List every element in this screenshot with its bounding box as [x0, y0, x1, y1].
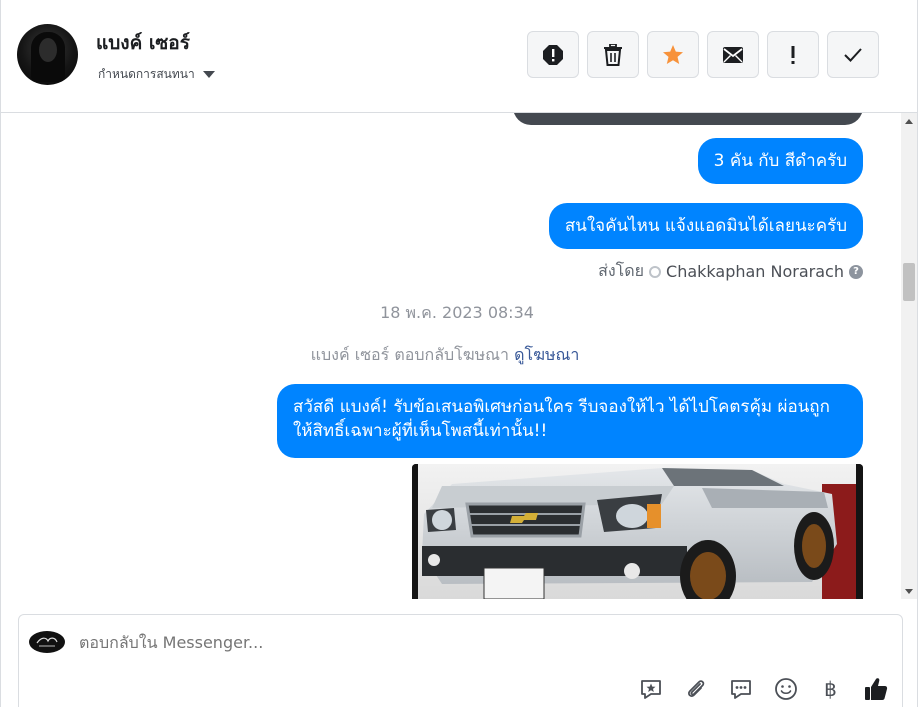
mark-done-button[interactable]	[827, 31, 879, 78]
sent-by-agent[interactable]: Chakkaphan Norarach	[666, 262, 844, 281]
conversation-actions	[527, 31, 879, 78]
reply-composer: ฿	[18, 614, 903, 707]
thread-scrollbar[interactable]	[901, 113, 917, 599]
assign-conversation-label: กำหนดการสนทนา	[98, 67, 195, 81]
baht-icon: ฿	[824, 676, 837, 701]
car-photo	[412, 464, 863, 599]
trash-icon	[604, 43, 622, 66]
ad-reply-note: แบงค์ เซอร์ ตอบกลับโฆษณา ดูโฆษณา	[1, 343, 889, 368]
attach-file-button[interactable]	[682, 675, 709, 702]
reply-input[interactable]	[79, 633, 639, 652]
composer-tools: ฿	[637, 675, 889, 702]
mark-unread-button[interactable]	[707, 31, 759, 78]
mark-spam-button[interactable]	[527, 31, 579, 78]
saved-reply-button[interactable]	[637, 675, 664, 702]
like-button[interactable]	[862, 675, 889, 702]
view-ad-link[interactable]: ดูโฆษณา	[514, 345, 579, 364]
quick-reply-button[interactable]	[727, 675, 754, 702]
paperclip-icon	[687, 679, 704, 697]
emoji-icon	[774, 677, 797, 700]
sent-by-row: ส่งโดย Chakkaphan Norarach ?	[598, 259, 863, 284]
message-bubble[interactable]: สนใจคันไหน แจ้งแอดมินได้เลยนะครับ	[548, 203, 863, 249]
contact-avatar[interactable]	[17, 24, 78, 85]
chat-bubble-icon	[730, 679, 751, 699]
follow-up-button[interactable]	[767, 31, 819, 78]
message-text: 3 คัน กับ สีดำครับ	[713, 151, 847, 171]
caret-down-icon	[202, 71, 215, 78]
ad-reply-text: แบงค์ เซอร์ ตอบกลับโฆษณา	[310, 345, 509, 364]
assign-conversation-dropdown[interactable]: กำหนดการสนทนา	[98, 65, 215, 84]
spam-icon	[543, 44, 563, 65]
delete-button[interactable]	[587, 31, 639, 78]
previous-message-bubble	[513, 113, 863, 125]
page-logo-avatar	[29, 631, 65, 653]
star-button[interactable]	[647, 31, 699, 78]
message-thread[interactable]: 3 คัน กับ สีดำครับ สนใจคันไหน แจ้งแอดมิน…	[1, 113, 901, 599]
scroll-down-arrow-icon[interactable]	[901, 583, 917, 599]
agent-status-icon	[649, 265, 662, 278]
message-bubble[interactable]: สวัสดี แบงค์! รับข้อเสนอพิเศษก่อนใคร รีบ…	[277, 384, 863, 458]
payment-button[interactable]: ฿	[817, 675, 844, 702]
check-icon	[844, 47, 862, 62]
emoji-button[interactable]	[772, 675, 799, 702]
sent-by-label: ส่งโดย	[598, 261, 645, 280]
message-bubble[interactable]: 3 คัน กับ สีดำครับ	[697, 138, 863, 184]
conversation-header: แบงค์ เซอร์ กำหนดการสนทนา	[1, 0, 917, 113]
envelope-icon	[723, 46, 743, 63]
star-icon	[663, 44, 683, 64]
contact-name[interactable]: แบงค์ เซอร์	[96, 28, 190, 58]
car-photo-attachment[interactable]	[412, 464, 863, 599]
inbox-conversation-panel: แบงค์ เซอร์ กำหนดการสนทนา 3 คัน กับ สีดำ…	[0, 0, 918, 707]
scroll-up-arrow-icon[interactable]	[901, 113, 917, 129]
saved-reply-icon	[640, 679, 661, 699]
message-timestamp: 18 พ.ค. 2023 08:34	[380, 303, 534, 322]
message-text: สวัสดี แบงค์! รับข้อเสนอพิเศษก่อนใคร รีบ…	[293, 397, 830, 441]
avatar-face	[39, 38, 57, 62]
exclamation-icon	[791, 45, 795, 64]
thumbs-up-icon	[864, 677, 887, 700]
page-logo-icon	[36, 637, 58, 647]
message-text: สนใจคันไหน แจ้งแอดมินได้เลยนะครับ	[564, 216, 847, 236]
help-icon[interactable]: ?	[849, 264, 863, 279]
scrollbar-thumb[interactable]	[903, 263, 915, 301]
